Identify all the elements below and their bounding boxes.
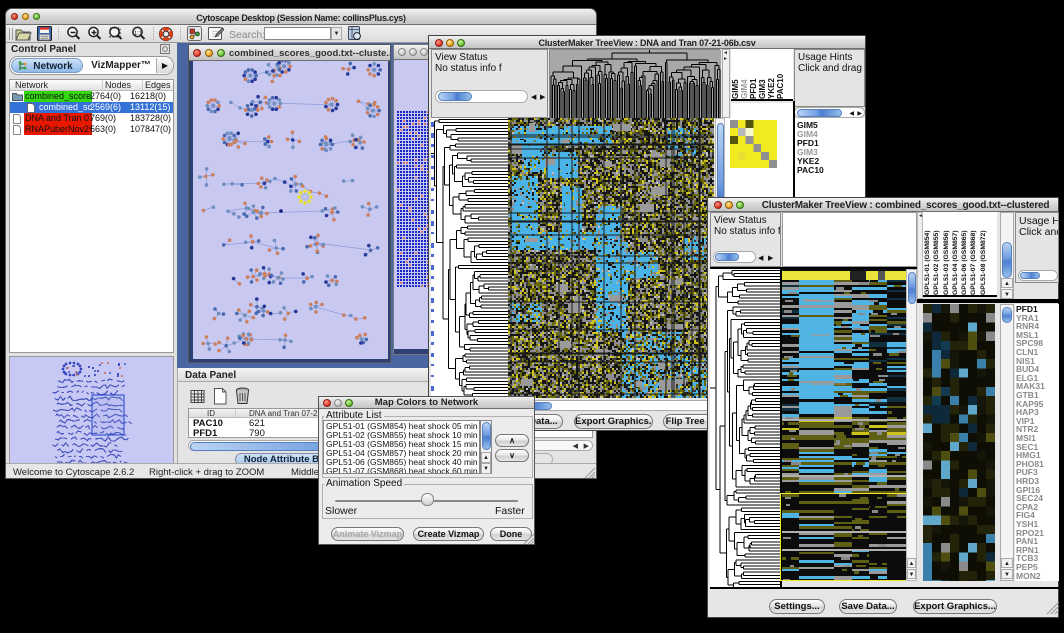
svg-text:1:1: 1:1 (134, 31, 143, 37)
